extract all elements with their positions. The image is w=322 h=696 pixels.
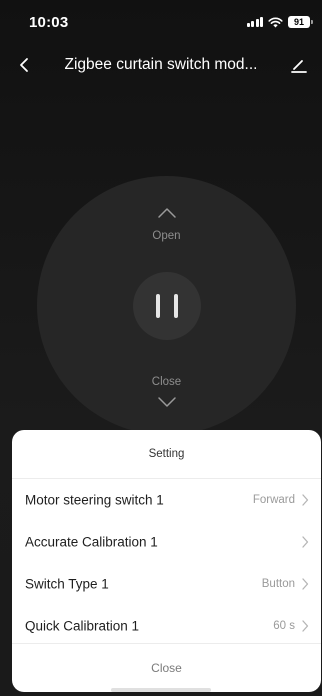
page-title: Zigbee curtain switch mod... xyxy=(64,56,258,73)
setting-row-switch-type[interactable]: Switch Type 1 Button xyxy=(12,563,321,605)
pause-button[interactable] xyxy=(132,271,201,340)
status-bar: 10:03 91 xyxy=(0,0,322,44)
setting-row-motor-steering[interactable]: Motor steering switch 1 Forward xyxy=(12,479,321,521)
chevron-down-icon xyxy=(127,395,207,409)
setting-label: Motor steering switch 1 xyxy=(25,492,164,508)
sheet-title: Setting xyxy=(12,430,321,479)
chevron-right-icon xyxy=(301,494,309,506)
setting-row-quick-calibration[interactable]: Quick Calibration 1 60 s xyxy=(12,605,321,647)
home-indicator xyxy=(111,688,211,692)
close-sheet-button[interactable]: Close xyxy=(12,643,321,692)
edit-icon[interactable] xyxy=(288,54,310,76)
open-label: Open xyxy=(152,230,181,242)
setting-value: Forward xyxy=(252,494,295,506)
wifi-icon xyxy=(268,17,283,28)
curtain-remote-dial: Open Close xyxy=(37,176,296,435)
status-icons: 91 xyxy=(246,15,313,29)
open-button[interactable]: Open xyxy=(127,206,207,256)
battery-icon: 91 xyxy=(288,16,313,28)
nav-bar: Zigbee curtain switch mod... xyxy=(0,46,322,86)
chevron-up-icon xyxy=(127,206,207,220)
status-time: 10:03 xyxy=(29,14,69,31)
setting-label: Quick Calibration 1 xyxy=(25,618,140,634)
pause-icon xyxy=(155,293,178,318)
chevron-right-icon xyxy=(301,536,309,548)
close-label: Close xyxy=(151,376,182,388)
setting-value: Button xyxy=(261,578,295,590)
close-curtain-button[interactable]: Close xyxy=(127,376,207,426)
device-control-screen: 10:03 91 Zigbee curtain switch mod... Op… xyxy=(0,0,322,696)
setting-label: Switch Type 1 xyxy=(25,576,109,592)
settings-list: Motor steering switch 1 Forward Accurate… xyxy=(12,479,321,647)
setting-row-accurate-calibration[interactable]: Accurate Calibration 1 xyxy=(12,521,321,563)
chevron-right-icon xyxy=(301,578,309,590)
setting-label: Accurate Calibration 1 xyxy=(25,534,158,550)
chevron-left-icon[interactable] xyxy=(14,54,36,76)
setting-value: 60 s xyxy=(273,620,295,632)
settings-sheet: Setting Motor steering switch 1 Forward … xyxy=(12,430,321,692)
chevron-right-icon xyxy=(301,620,309,632)
signal-icon xyxy=(246,17,263,27)
